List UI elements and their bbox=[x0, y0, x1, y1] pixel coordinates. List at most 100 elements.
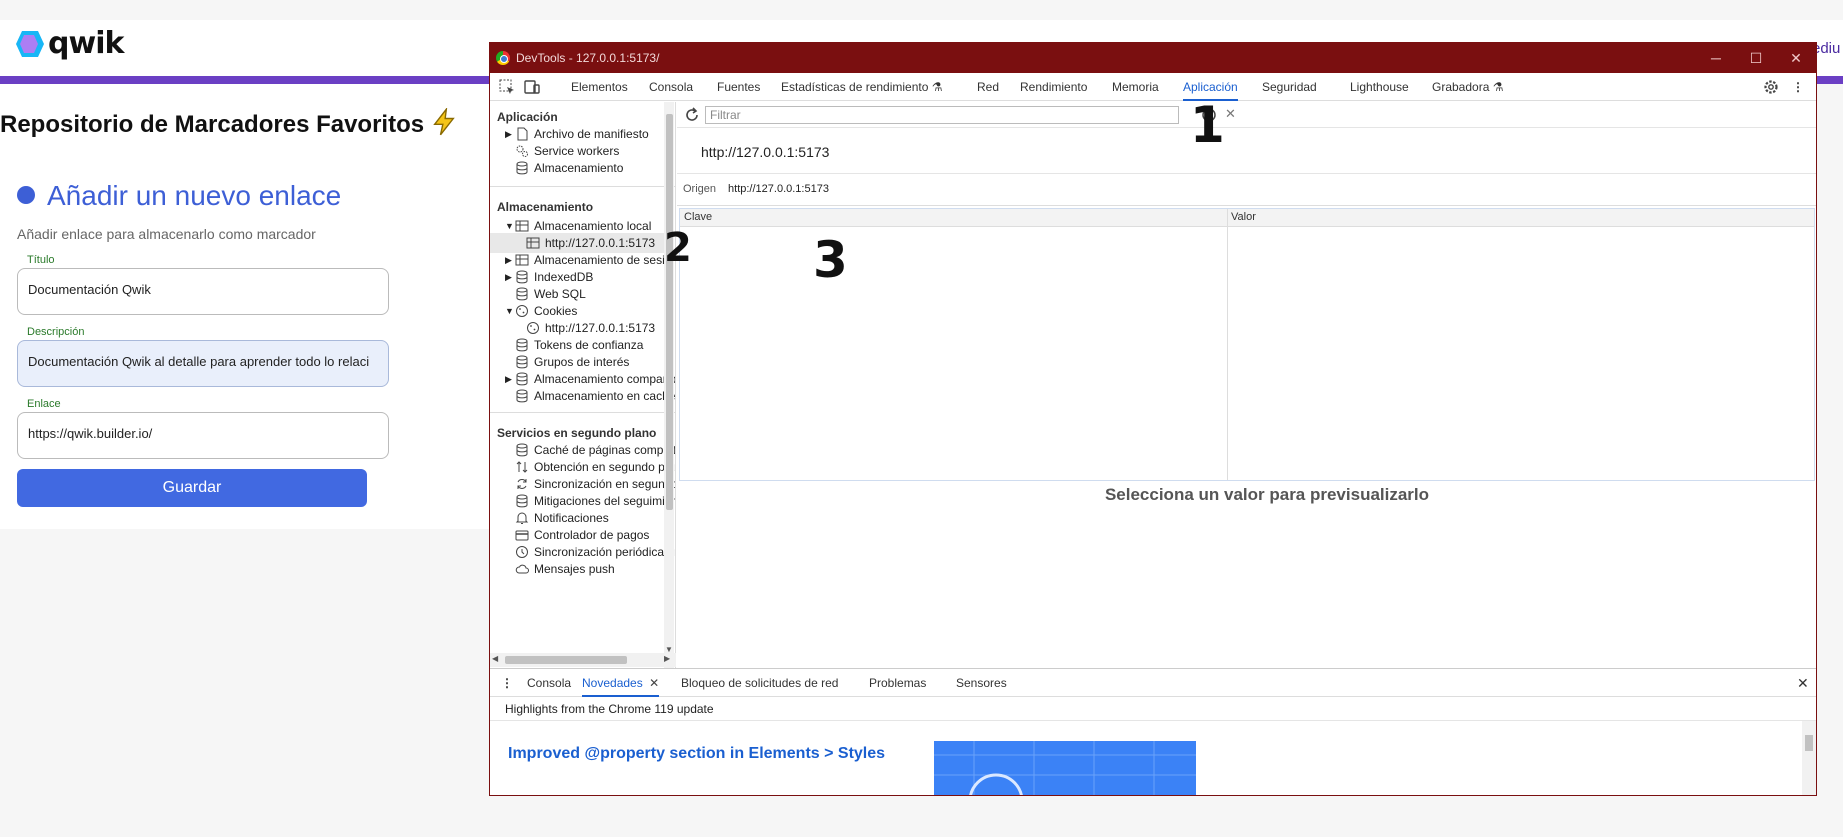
title-field[interactable]: Documentación Qwik bbox=[17, 268, 389, 315]
application-sidebar: Aplicación ▶ Archivo de manifiesto Servic… bbox=[490, 102, 676, 668]
devtools-window-title: DevTools - 127.0.0.1:5173/ bbox=[516, 51, 660, 65]
annotation-number: 2 bbox=[664, 225, 692, 271]
sidebar-item-label: Obtención en segundo plano bbox=[534, 460, 676, 474]
sidebar-item-label: Archivo de manifiesto bbox=[534, 127, 649, 141]
tab-grabadora[interactable]: Grabadora ⚗ bbox=[1432, 73, 1503, 101]
database-icon bbox=[516, 287, 528, 301]
divider bbox=[490, 186, 675, 187]
tab-seguridad[interactable]: Seguridad bbox=[1262, 73, 1317, 101]
page-title: Repositorio de Marcadores Favoritos bbox=[0, 108, 458, 139]
cookie-icon bbox=[527, 322, 539, 334]
page: { "app": { "logo_text": "qwik", "edge_te… bbox=[0, 0, 1843, 837]
whats-new-headline[interactable]: Improved @property section in Elements >… bbox=[508, 745, 885, 763]
tab-red[interactable]: Red bbox=[977, 73, 999, 101]
page-title-text: Repositorio de Marcadores Favoritos bbox=[0, 111, 425, 138]
collapse-arrow-icon[interactable]: ▼ bbox=[505, 301, 514, 321]
sidebar-item-label: Mensajes push bbox=[534, 562, 615, 576]
sidebar-item-label: Almacenamiento bbox=[534, 161, 624, 175]
sidebar-item-label: Almacenamiento en caché bbox=[534, 389, 676, 403]
drawer-tab-novedades[interactable]: Novedades ✕ bbox=[582, 669, 660, 697]
lightning-icon bbox=[433, 108, 455, 136]
expand-arrow-icon[interactable]: ▶ bbox=[505, 267, 512, 287]
scroll-left-arrow-icon[interactable]: ◀ bbox=[492, 654, 498, 663]
tab-lighthouse[interactable]: Lighthouse bbox=[1350, 73, 1409, 101]
close-drawer-icon[interactable]: ✕ bbox=[1797, 669, 1809, 697]
tab-elementos[interactable]: Elementos bbox=[571, 73, 628, 101]
tab-estadisticas-rendimiento[interactable]: Estadísticas de rendimiento ⚗ bbox=[781, 73, 943, 101]
whats-new-highlights: Highlights from the Chrome 119 update bbox=[490, 697, 1816, 721]
drawer-tab-consola[interactable]: Consola bbox=[527, 669, 571, 697]
tab-fuentes[interactable]: Fuentes bbox=[717, 73, 760, 101]
origin-label: Origen bbox=[683, 183, 717, 195]
scrollbar-thumb[interactable] bbox=[505, 656, 627, 664]
database-icon bbox=[516, 389, 528, 403]
sidebar-item-label: Mitigaciones del seguimiento bbox=[534, 494, 676, 508]
close-window-icon[interactable]: ✕ bbox=[1776, 47, 1816, 69]
sidebar-section-storage: Almacenamiento bbox=[497, 200, 594, 214]
column-divider bbox=[1227, 209, 1228, 480]
tab-memoria[interactable]: Memoria bbox=[1112, 73, 1159, 101]
scrollbar-thumb[interactable] bbox=[666, 114, 673, 510]
flask-icon: ⚗ bbox=[1492, 80, 1504, 94]
sidebar-section-background-services: Servicios en segundo plano bbox=[497, 426, 657, 440]
title-field-label: Título bbox=[27, 254, 55, 266]
logo-text: qwik bbox=[48, 26, 124, 61]
devtools-titlebar[interactable]: DevTools - 127.0.0.1:5173/ ─ ☐ ✕ bbox=[490, 43, 1816, 73]
sidebar-item-label: http://127.0.0.1:5173 bbox=[545, 321, 656, 335]
cookie-icon bbox=[516, 305, 528, 317]
sidebar-section-application: Aplicación bbox=[497, 110, 558, 124]
sidebar-horizontal-scrollbar[interactable]: ◀ ▶ bbox=[490, 653, 676, 667]
storage-pane: Filtrar ✕ http://127.0.0.1:5173 Origen ht… bbox=[677, 102, 1816, 668]
database-icon bbox=[516, 161, 528, 175]
inspect-element-icon[interactable] bbox=[498, 78, 516, 96]
drawer-scrollbar[interactable] bbox=[1802, 721, 1816, 795]
add-link-subtitle: Añadir enlace para almacenarlo como marc… bbox=[17, 226, 316, 242]
qwik-logo-icon bbox=[16, 30, 44, 57]
sidebar-item-push-messaging[interactable]: Mensajes push bbox=[515, 559, 615, 579]
sidebar-item-label: Grupos de interés bbox=[534, 355, 630, 369]
sidebar-item-label: Cookies bbox=[534, 304, 578, 318]
storage-table: Clave Valor bbox=[679, 208, 1815, 481]
qwik-logo[interactable]: qwik bbox=[16, 26, 124, 61]
close-tab-icon[interactable]: ✕ bbox=[649, 676, 659, 690]
link-field[interactable]: https://qwik.builder.io/ bbox=[17, 412, 389, 459]
database-icon bbox=[516, 270, 528, 284]
sidebar-item-cache-storage[interactable]: Almacenamiento en caché bbox=[515, 386, 675, 406]
gears-icon bbox=[516, 145, 528, 157]
sidebar-item-label: Almacenamiento de sesión bbox=[534, 253, 676, 267]
save-button[interactable]: Guardar bbox=[17, 469, 367, 507]
table-header: Clave Valor bbox=[680, 209, 1814, 227]
description-field[interactable]: Documentación Qwik al detalle para apren… bbox=[17, 340, 389, 387]
drawer-tab-sensores[interactable]: Sensores bbox=[956, 669, 1007, 697]
gear-icon[interactable] bbox=[1762, 78, 1780, 96]
database-icon bbox=[516, 372, 528, 386]
scroll-right-arrow-icon[interactable]: ▶ bbox=[664, 654, 670, 663]
scrollbar-thumb[interactable] bbox=[1805, 735, 1813, 751]
drawer-tab-label: Novedades bbox=[582, 676, 643, 690]
filter-input[interactable]: Filtrar bbox=[705, 106, 1179, 124]
clock-icon bbox=[516, 546, 528, 558]
maximize-icon[interactable]: ☐ bbox=[1736, 47, 1776, 69]
expand-arrow-icon[interactable]: ▶ bbox=[505, 124, 512, 144]
column-header-value[interactable]: Valor bbox=[1231, 211, 1256, 223]
add-link-heading: Añadir un nuevo enlace bbox=[47, 180, 342, 211]
promo-image bbox=[934, 741, 1196, 795]
origin-row: Origen http://127.0.0.1:5173 bbox=[677, 174, 1816, 206]
drawer-tab-request-blocking[interactable]: Bloqueo de solicitudes de red bbox=[681, 669, 838, 697]
tab-estadisticas-label: Estadísticas de rendimiento bbox=[781, 80, 929, 94]
link-field-label: Enlace bbox=[27, 398, 61, 410]
sidebar-scrollbar[interactable]: ▼ bbox=[664, 102, 674, 668]
drawer-menu-icon[interactable]: ⋮ bbox=[501, 669, 513, 697]
table-icon bbox=[515, 220, 529, 232]
tab-rendimiento[interactable]: Rendimiento bbox=[1020, 73, 1087, 101]
column-header-key[interactable]: Clave bbox=[684, 211, 712, 223]
sidebar-item-storage[interactable]: Almacenamiento bbox=[515, 158, 623, 178]
delete-selected-icon[interactable]: ✕ bbox=[1225, 106, 1236, 122]
refresh-icon[interactable] bbox=[684, 107, 700, 123]
drawer-tab-problemas[interactable]: Problemas bbox=[869, 669, 926, 697]
minimize-icon[interactable]: ─ bbox=[1696, 47, 1736, 69]
tab-consola[interactable]: Consola bbox=[649, 73, 693, 101]
expand-arrow-icon[interactable]: ▶ bbox=[505, 369, 512, 389]
more-options-icon[interactable]: ⋮ bbox=[1792, 73, 1804, 101]
device-toolbar-icon[interactable] bbox=[523, 78, 541, 96]
